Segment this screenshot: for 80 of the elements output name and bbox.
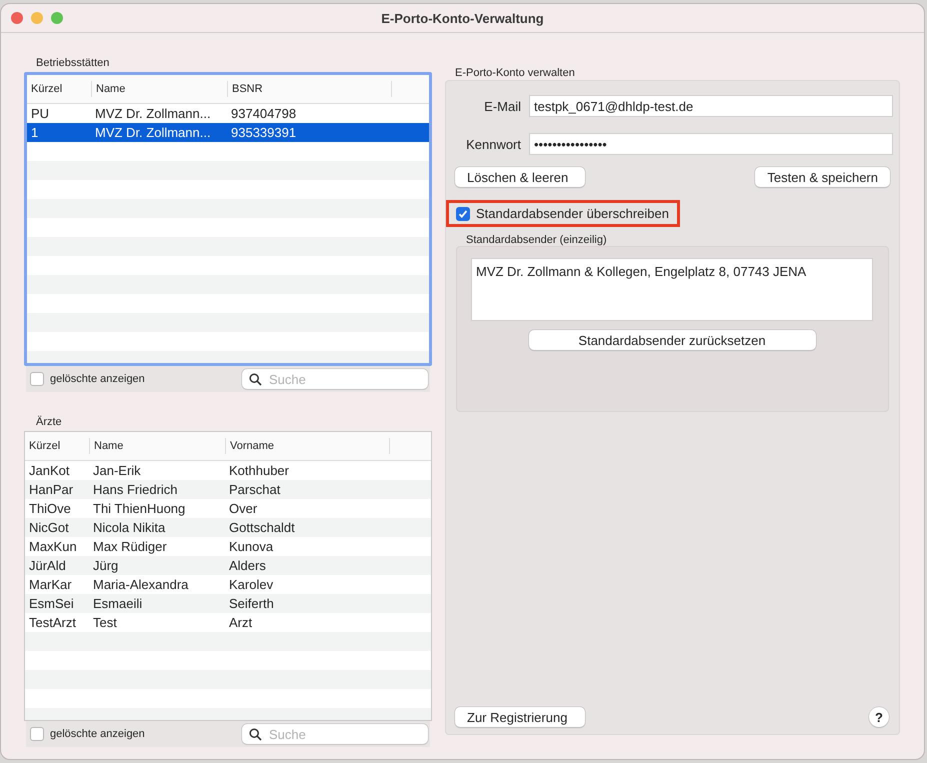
table-row[interactable]: HanPar Hans Friedrich Parschat [25,480,431,499]
table-cell-text: Test [92,615,118,630]
table-cell-text: Max Rüdiger [92,539,168,554]
search-field[interactable]: Suche [242,369,428,389]
table-cell-text: Esmaeili [92,596,144,611]
column-header[interactable]: Name [91,81,227,97]
register-button[interactable]: Zur Registrierung [455,707,585,727]
table-cell-text: NicGot [28,520,70,535]
search-icon [249,728,262,741]
table-cell-text: 935339391 [230,125,298,140]
table-cell-text: Gottschaldt [228,520,296,535]
group-label: Ärzte [35,415,63,429]
table-cell-text: MVZ Dr. Zollmann... [94,125,212,140]
checkbox-label: gelöschte anzeigen [50,728,145,740]
table-cell-text: ThiOve [28,501,72,516]
password-field[interactable]: •••••••••••••••• [529,133,893,155]
checkbox-label: gelöschte anzeigen [50,373,145,385]
table-cell-text: Kothhuber [228,463,290,478]
save-button[interactable]: Testen & speichern [755,167,890,187]
table-cell-text: Arzt [228,615,254,630]
table-cell-text: Maria-Alexandra [92,577,190,592]
table-cell-text: Parschat [228,482,282,497]
sender-field[interactable]: MVZ Dr. Zollmann & Kollegen, Engelplatz 8, 07743 JENA [471,258,873,321]
table-row[interactable]: JanKot Jan-Erik Kothhuber [25,461,431,480]
group-label: E-Porto-Konto verwalten [454,67,576,80]
table-row[interactable]: ThiOve Thi ThienHuong Over [25,499,431,518]
table-cell-text: Thi ThienHuong [92,501,186,516]
table-cell-text: EsmSei [28,596,75,611]
close-icon[interactable] [11,12,23,24]
table-row[interactable]: JürAld Jürg Alders [25,556,431,575]
table-cell-text: PU [30,106,50,121]
table-row[interactable]: EsmSei Esmaeili Seiferth [25,594,431,613]
checkbox-label: Standardabsender überschreiben [476,206,669,221]
column-header[interactable]: Kürzel [27,81,91,97]
table-row[interactable]: NicGot Nicola Nikita Gottschaldt [25,518,431,537]
table-cell-text: Hans Friedrich [92,482,179,497]
table-cell-text: Over [228,501,258,516]
group-label: Standardabsender (einzeilig) [466,234,608,246]
table-cell-text: Nicola Nikita [92,520,166,535]
column-header[interactable]: BSNR [227,81,391,97]
table-cell-text: TestArzt [28,615,77,630]
column-header[interactable]: Kürzel [25,438,89,454]
table-cell-text: 937404798 [230,106,298,121]
table-cell-text: Jürg [92,558,120,573]
minimize-icon[interactable] [31,12,43,24]
table-cell-text: MVZ Dr. Zollmann... [94,106,212,121]
window-title: E-Porto-Konto-Verwaltung [381,10,544,26]
table-row[interactable]: MarKar Maria-Alexandra Karolev [25,575,431,594]
column-header[interactable]: Vorname [225,438,389,454]
clear-button[interactable]: Löschen & leeren [455,167,585,187]
email-field[interactable]: testpk_0671@dhldp-test.de [529,95,893,117]
table-row[interactable]: TestArzt Test Arzt [25,613,431,632]
table-row[interactable]: MaxKun Max Rüdiger Kunova [25,537,431,556]
table-cell-text: Karolev [228,577,274,592]
checkbox[interactable] [30,372,44,386]
zoom-icon[interactable] [51,12,63,24]
table-cell-text: Jan-Erik [92,463,142,478]
search-icon [249,373,262,386]
column-header[interactable]: Name [89,438,225,454]
table-cell-text: JanKot [28,463,70,478]
search-field[interactable]: Suche [242,724,428,744]
table-cell-text: 1 [30,125,40,140]
table-row[interactable]: PU MVZ Dr. Zollmann... 937404798 [27,104,429,123]
checkbox[interactable] [456,206,470,220]
group-label: Betriebsstätten [35,56,110,70]
reset-button[interactable]: Standardabsender zurücksetzen [528,330,816,350]
table-cell-text: Seiferth [228,596,275,611]
help-button[interactable]: ? [869,707,889,727]
field-label: E-Mail [483,98,521,114]
field-label: Kennwort [465,136,521,152]
table-row[interactable]: 1 MVZ Dr. Zollmann... 935339391 [27,123,429,142]
table-cell-text: Kunova [228,539,274,554]
table-cell-text: MaxKun [28,539,78,554]
table-cell-text: HanPar [28,482,74,497]
table-cell-text: MarKar [28,577,73,592]
table[interactable] [24,431,432,721]
table[interactable]: Kürzel Name BSNR PU MVZ Dr. Zollmann... 937404798 1 MVZ Dr. Zollmann... 935339391 [24,72,432,366]
table-cell-text: Alders [228,558,267,573]
checkbox[interactable] [30,727,44,741]
table-cell-text: JürAld [28,558,67,573]
